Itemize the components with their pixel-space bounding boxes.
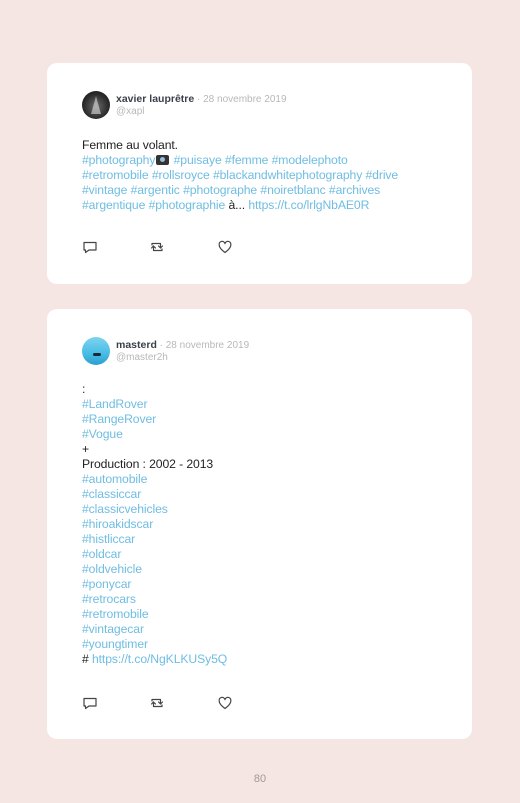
author-handle[interactable]: @xapl [116, 106, 145, 117]
hashtag[interactable]: #oldcar [82, 547, 121, 561]
tweet-text-line: + [82, 442, 90, 456]
retweet-icon[interactable] [149, 239, 165, 255]
hashtag[interactable]: #automobile [82, 472, 147, 486]
tweet-link[interactable]: https://t.co/NgKLKUSy5Q [92, 652, 227, 666]
tweet-actions [82, 239, 242, 255]
hashtag[interactable]: #classiccar [82, 487, 141, 501]
tweet-header: xavier lauprêtre · 28 novembre 2019 @xap… [82, 91, 442, 119]
page-number: 80 [253, 773, 267, 785]
tweet-actions [82, 695, 242, 711]
reply-icon[interactable] [82, 239, 98, 255]
camera-emoji-icon [156, 155, 170, 165]
hashtag[interactable]: #retromobile [82, 607, 149, 621]
tweet-card: masterd · 28 novembre 2019 @master2h : #L… [47, 309, 472, 739]
hashtag[interactable]: #oldvehicle [82, 562, 142, 576]
tweet-text-line: # [82, 652, 92, 666]
hashtag[interactable]: #vintage #argentic #photographe #noiretb… [82, 183, 380, 197]
hashtag[interactable]: #argentique #photographie [82, 198, 225, 212]
hashtag[interactable]: #Vogue [82, 427, 123, 441]
tweet-header: masterd · 28 novembre 2019 @master2h [82, 337, 442, 365]
hashtag[interactable]: #ponycar [82, 577, 131, 591]
author-line: xavier lauprêtre · 28 novembre 2019 [116, 93, 287, 105]
tweet-text-line: Production : 2002 - 2013 [82, 457, 214, 471]
tweet-card: xavier lauprêtre · 28 novembre 2019 @xap… [47, 63, 472, 284]
author-name[interactable]: masterd [116, 339, 157, 351]
author-line: masterd · 28 novembre 2019 [116, 339, 250, 351]
reply-icon[interactable] [82, 695, 98, 711]
like-icon[interactable] [217, 239, 233, 255]
avatar[interactable] [82, 91, 110, 119]
tweet-date[interactable]: 28 novembre 2019 [166, 340, 249, 351]
retweet-icon[interactable] [149, 695, 165, 711]
tweet-text: : #LandRover #RangeRover #Vogue + Production … [82, 382, 442, 667]
hashtag[interactable]: #classicvehicles [82, 502, 168, 516]
author-handle[interactable]: @master2h [116, 352, 168, 363]
tweet-link[interactable]: https://t.co/lrlgNbAE0R [248, 198, 369, 212]
tweet-text-line: : [82, 382, 86, 396]
avatar[interactable] [82, 337, 110, 365]
hashtag[interactable]: #RangeRover [82, 412, 156, 426]
hashtag[interactable]: #vintagecar [82, 622, 144, 636]
hashtag[interactable]: #puisaye #femme #modelephoto [170, 153, 348, 167]
hashtag[interactable]: #hiroakidscar [82, 517, 153, 531]
tweet-text: Femme au volant. #photography #puisaye #… [82, 138, 399, 212]
hashtag[interactable]: #photography [82, 153, 155, 167]
hashtag[interactable]: #youngtimer [82, 637, 148, 651]
like-icon[interactable] [217, 695, 233, 711]
hashtag[interactable]: #retrocars [82, 592, 136, 606]
hashtag[interactable]: #retromobile #rollsroyce #blackandwhitep… [82, 168, 398, 182]
tweet-date[interactable]: 28 novembre 2019 [203, 94, 286, 105]
hashtag[interactable]: #histliccar [82, 532, 135, 546]
hashtag[interactable]: #LandRover [82, 397, 148, 411]
author-name[interactable]: xavier lauprêtre [116, 93, 194, 105]
